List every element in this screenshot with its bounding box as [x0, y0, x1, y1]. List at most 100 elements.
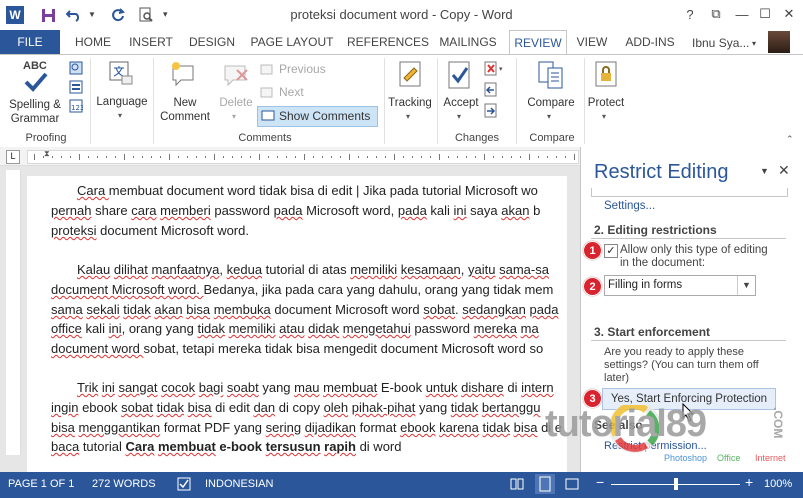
- misspelled-word: tutorial Microsoft wo: [418, 183, 538, 198]
- document-text: document Microsoft word: [270, 302, 424, 317]
- document-text: di: [503, 380, 522, 395]
- tab-add-ins[interactable]: ADD-INS: [620, 30, 680, 54]
- user-account[interactable]: Ibnu Sya... ▾: [692, 30, 802, 54]
- misspelled-word: membuat: [158, 439, 216, 454]
- delete-comment-button[interactable]: Delete ▾: [214, 58, 258, 128]
- misspelled-word: kedua: [226, 262, 263, 277]
- settings-link[interactable]: Settings...: [604, 200, 655, 212]
- document-text: tidak: [259, 183, 287, 198]
- zoom-slider-thumb[interactable]: [673, 478, 678, 490]
- word-count-icon[interactable]: 123: [69, 99, 84, 113]
- misspelled-word: bisa: [51, 420, 75, 435]
- document-line: pernah share cara memberi password pada …: [51, 201, 565, 221]
- misspelled-word: ma: [520, 321, 539, 336]
- tab-page-layout[interactable]: PAGE LAYOUT: [248, 30, 336, 54]
- show-comments-button[interactable]: Show Comments: [257, 106, 378, 127]
- misspelled-word: ingin: [51, 400, 79, 415]
- language-status[interactable]: INDONESIAN: [205, 478, 273, 490]
- print-layout-icon[interactable]: [535, 474, 555, 494]
- horizontal-ruler[interactable]: ⧗: [27, 149, 579, 164]
- maximize-button[interactable]: ☐: [752, 4, 778, 24]
- editing-type-dropdown[interactable]: Filling in forms ▼: [604, 275, 756, 296]
- ribbon-display-options-icon[interactable]: ⧉: [703, 4, 729, 24]
- research-icon[interactable]: [69, 61, 83, 75]
- document-text: , orang yang: [121, 321, 198, 336]
- misspelled-word: Cara: [77, 183, 109, 198]
- zoom-in-button[interactable]: +: [745, 474, 753, 490]
- tab-design[interactable]: DESIGN: [186, 30, 238, 54]
- misspelled-word: document Microsoft word.: [51, 282, 204, 297]
- restrict-checkbox[interactable]: ✓: [604, 244, 618, 258]
- step-badge-1: 1: [583, 241, 602, 260]
- misspelled-word: Kalau: [77, 262, 111, 277]
- comment-label: Comment: [160, 111, 210, 123]
- document-text: tetapi: [182, 341, 215, 356]
- tracking-button[interactable]: Tracking ▾: [386, 58, 434, 128]
- document-text: bisa: [290, 183, 315, 198]
- misspelled-word: memiliki: [350, 262, 398, 277]
- indent-marker-icon[interactable]: ⧗: [44, 149, 50, 159]
- compare-button[interactable]: Compare ▾: [520, 58, 582, 128]
- dropdown-value: Filling in forms: [608, 279, 683, 291]
- collapse-ribbon-icon[interactable]: ⌃: [786, 134, 794, 145]
- reject-button[interactable]: ▾: [484, 61, 508, 77]
- previous-change-icon[interactable]: [484, 82, 500, 98]
- new-comment-button[interactable]: New Comment: [157, 58, 213, 128]
- previous-label: Previous: [279, 62, 326, 76]
- watermark-text: tutorial89: [545, 403, 707, 445]
- misspelled-word: document Microsoft word: [377, 341, 530, 356]
- document-text: Bedanya: [203, 282, 255, 297]
- spelling-grammar-button[interactable]: ABC Spelling & Grammar: [6, 58, 64, 128]
- tracking-label: Tracking: [388, 97, 432, 109]
- spelling-label: Spelling &: [9, 99, 61, 111]
- watermark-sub-office: Office: [717, 453, 741, 463]
- document-line: baca tutorial Cara membuat e-book tersus…: [51, 437, 565, 457]
- pane-options-icon[interactable]: ▼: [760, 166, 769, 176]
- zoom-level[interactable]: 100%: [764, 478, 792, 490]
- close-icon[interactable]: ✕: [778, 162, 790, 179]
- language-button[interactable]: Language ▾: [94, 58, 150, 128]
- chevron-down-icon: ▾: [752, 39, 757, 48]
- ruler-ticks: [34, 154, 575, 160]
- ribbon-separator: [153, 58, 154, 144]
- previous-comment-button[interactable]: Previous: [260, 61, 380, 78]
- misspelled-word: cara: [131, 203, 157, 218]
- misspelled-word: dijadikan: [304, 420, 357, 435]
- tab-file[interactable]: FILE: [0, 30, 60, 54]
- document-text: bisa: [296, 341, 320, 356]
- abc-label: ABC: [23, 60, 47, 72]
- protect-button[interactable]: Protect ▾: [585, 58, 627, 128]
- zoom-out-button[interactable]: −: [596, 474, 604, 490]
- document-text: ,: [460, 262, 469, 277]
- chevron-down-icon[interactable]: ▼: [737, 276, 755, 295]
- tab-view[interactable]: VIEW: [574, 30, 610, 54]
- accept-button[interactable]: Accept ▾: [440, 58, 482, 128]
- chevron-down-icon: ▾: [118, 111, 123, 120]
- read-mode-icon[interactable]: [510, 477, 524, 491]
- document-text: cara: [317, 282, 343, 297]
- thesaurus-icon[interactable]: [69, 80, 83, 94]
- help-button[interactable]: ?: [677, 4, 703, 24]
- misspelled-word: pada: [273, 203, 303, 218]
- misspelled-word: oleh: [323, 400, 349, 415]
- start-enforcement-heading: 3. Start enforcement: [594, 325, 711, 339]
- web-layout-icon[interactable]: [565, 477, 579, 491]
- tab-review[interactable]: REVIEW: [509, 30, 567, 55]
- chevron-down-icon: ▾: [457, 112, 462, 121]
- proofing-group-label: Proofing: [25, 132, 67, 144]
- word-count[interactable]: 272 WORDS: [92, 478, 156, 490]
- chevron-down-icon: ▾: [602, 112, 607, 121]
- avatar: [768, 31, 790, 53]
- tab-insert[interactable]: INSERT: [124, 30, 178, 54]
- tab-references[interactable]: REFERENCES: [347, 30, 429, 54]
- proofing-status-icon[interactable]: [177, 477, 191, 491]
- tab-mailings[interactable]: MAILINGS: [436, 30, 500, 54]
- next-change-icon[interactable]: [484, 103, 500, 119]
- next-comment-button[interactable]: Next: [260, 84, 380, 101]
- page-count[interactable]: PAGE 1 OF 1: [8, 478, 74, 490]
- tab-selector-icon[interactable]: L: [6, 150, 20, 164]
- close-button[interactable]: ✕: [776, 4, 802, 24]
- divider: [591, 238, 786, 239]
- language-icon: [109, 61, 133, 85]
- tab-home[interactable]: HOME: [68, 30, 118, 54]
